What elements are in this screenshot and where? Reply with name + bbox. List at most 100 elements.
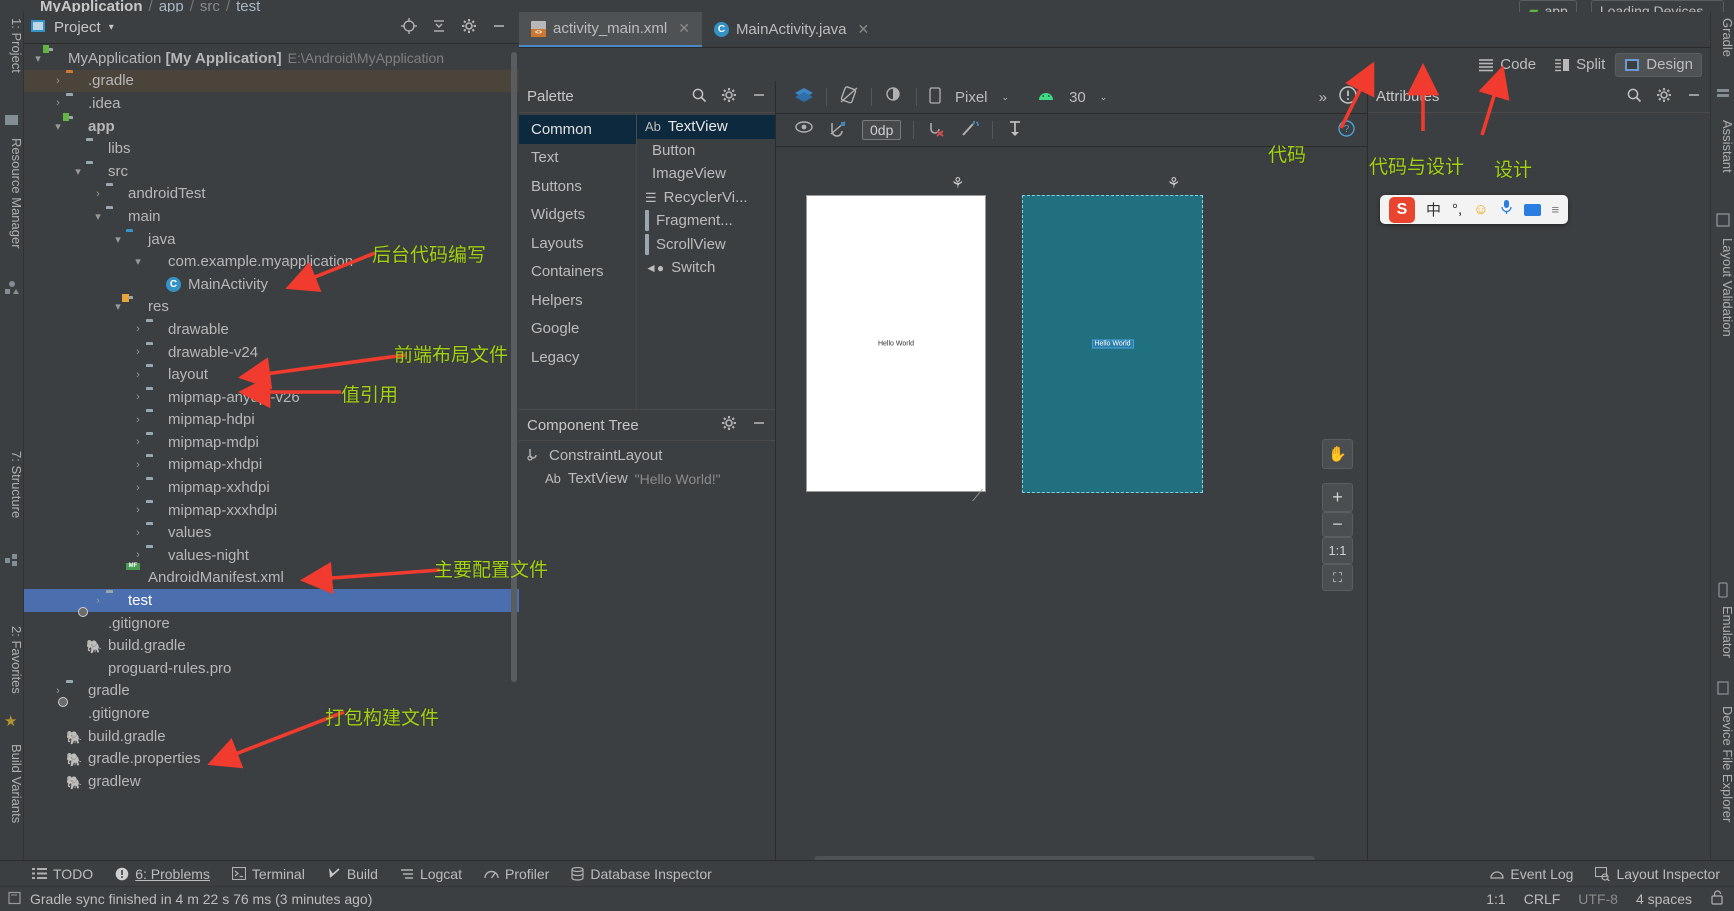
toolbar-overflow-button[interactable]: » bbox=[1319, 89, 1327, 106]
bottom-item-logcat[interactable]: Logcat bbox=[400, 866, 462, 882]
ime-floating-bar[interactable]: S 中 °, ☺ ≡ bbox=[1380, 195, 1569, 224]
tree-row[interactable]: › mipmap-hdpi bbox=[24, 409, 519, 432]
caret-position[interactable]: 1:1 bbox=[1486, 891, 1505, 907]
tree-expander[interactable]: › bbox=[130, 414, 146, 426]
tree-expander[interactable]: ▾ bbox=[90, 210, 106, 223]
search-icon[interactable] bbox=[1626, 87, 1642, 107]
palette-item-switch[interactable]: ◄● Switch bbox=[637, 256, 775, 280]
mode-design-button[interactable]: Design bbox=[1615, 52, 1702, 77]
tree-expander[interactable]: ▾ bbox=[50, 120, 66, 133]
mode-code-button[interactable]: Code bbox=[1470, 53, 1544, 77]
palette-item-textview[interactable]: Ab TextView bbox=[637, 115, 775, 139]
tree-row[interactable]: › gradle bbox=[24, 680, 519, 703]
keyboard-icon[interactable] bbox=[1523, 203, 1541, 216]
tree-expander[interactable]: ▾ bbox=[70, 165, 86, 178]
palette-category-widgets[interactable]: Widgets bbox=[519, 201, 636, 230]
device-file-explorer-icon[interactable] bbox=[1715, 680, 1731, 696]
tab-activity-main-xml[interactable]: activity_main.xml ✕ bbox=[519, 12, 702, 47]
warning-icon[interactable] bbox=[1339, 86, 1357, 108]
tree-row[interactable]: ›🐘gradlew bbox=[24, 770, 519, 793]
palette-category-containers[interactable]: Containers bbox=[519, 258, 636, 287]
mode-split-button[interactable]: Split bbox=[1546, 53, 1613, 77]
layers-icon[interactable] bbox=[794, 87, 814, 108]
tree-row[interactable]: › .idea bbox=[24, 92, 519, 115]
bottom-item-problems[interactable]: 6: Problems bbox=[115, 866, 210, 882]
tree-row[interactable]: ›CMainActivity bbox=[24, 273, 519, 296]
close-icon[interactable]: ✕ bbox=[858, 21, 870, 38]
tree-expander[interactable]: ▾ bbox=[30, 52, 46, 65]
zoom-fit-button[interactable]: 1:1 bbox=[1322, 537, 1353, 564]
unlocked-icon[interactable] bbox=[1710, 890, 1724, 908]
attributes-body[interactable] bbox=[1368, 112, 1710, 868]
sidebar-item-build-variants[interactable]: Build Variants bbox=[0, 740, 24, 827]
file-encoding[interactable]: UTF-8 bbox=[1578, 891, 1618, 907]
zoom-reset-button[interactable]: ⛶ bbox=[1322, 564, 1353, 591]
tree-expander[interactable]: › bbox=[90, 188, 106, 200]
rotate-icon[interactable] bbox=[839, 86, 859, 108]
pan-tool-button[interactable]: ✋ bbox=[1322, 439, 1353, 469]
indent-setting[interactable]: 4 spaces bbox=[1636, 891, 1692, 907]
breadcrumb-src[interactable]: src bbox=[200, 0, 220, 12]
sidebar-item-layout-validation[interactable]: Layout Validation bbox=[1711, 234, 1734, 341]
palette-category-google[interactable]: Google bbox=[519, 315, 636, 344]
sogou-logo-icon[interactable]: S bbox=[1389, 196, 1415, 223]
tree-row[interactable]: ›🐘build.gradle bbox=[24, 634, 519, 657]
chevron-down-icon[interactable]: ▾ bbox=[109, 22, 114, 33]
tree-expander[interactable]: › bbox=[130, 346, 146, 358]
palette-item-button[interactable]: Button bbox=[637, 139, 775, 163]
palette-item-recyclervi[interactable]: ☰ RecyclerVi... bbox=[637, 186, 775, 210]
hide-icon[interactable] bbox=[751, 415, 767, 435]
sidebar-item-project[interactable]: 1: Project bbox=[0, 14, 24, 77]
tree-expander[interactable]: › bbox=[130, 504, 146, 516]
tree-expander[interactable]: › bbox=[130, 369, 146, 381]
gear-icon[interactable] bbox=[721, 415, 737, 435]
clear-constraints-icon[interactable] bbox=[926, 120, 946, 141]
zoom-in-button[interactable]: + bbox=[1322, 483, 1353, 512]
ime-more-icon[interactable]: ≡ bbox=[1552, 202, 1560, 217]
sidebar-item-assistant[interactable]: Assistant bbox=[1711, 116, 1734, 177]
breadcrumb-project[interactable]: MyApplication bbox=[40, 0, 143, 12]
tree-row[interactable]: › mipmap-anydpi-v26 bbox=[24, 386, 519, 409]
locate-icon[interactable] bbox=[401, 17, 417, 38]
design-surface-wrench-icon[interactable]: ⚘ bbox=[951, 174, 964, 192]
gear-icon[interactable] bbox=[721, 87, 737, 107]
magic-wand-icon[interactable] bbox=[960, 120, 980, 141]
star-icon[interactable]: ★ bbox=[4, 712, 20, 730]
tree-expander[interactable]: › bbox=[130, 436, 146, 448]
sidebar-item-device-file-explorer[interactable]: Device File Explorer bbox=[1711, 702, 1734, 826]
tree-row[interactable]: ›🐘build.gradle bbox=[24, 725, 519, 748]
ime-emoji-icon[interactable]: ☺ bbox=[1473, 201, 1488, 218]
tree-expander[interactable]: › bbox=[130, 323, 146, 335]
palette-category-common[interactable]: Common bbox=[519, 115, 636, 144]
hide-icon[interactable] bbox=[1686, 87, 1702, 107]
tree-expander[interactable]: › bbox=[50, 75, 66, 87]
search-icon[interactable] bbox=[691, 87, 707, 107]
tree-expander[interactable]: › bbox=[50, 97, 66, 109]
chevron-down-icon[interactable]: ⌄ bbox=[1002, 92, 1010, 103]
align-icon[interactable] bbox=[1005, 120, 1025, 141]
ime-mode-chinese[interactable]: 中 bbox=[1426, 199, 1441, 220]
hide-icon[interactable] bbox=[751, 87, 767, 107]
tree-row[interactable]: › mipmap-xhdpi bbox=[24, 454, 519, 477]
palette-category-legacy[interactable]: Legacy bbox=[519, 343, 636, 372]
breadcrumb-app[interactable]: app bbox=[159, 0, 184, 12]
bottom-item-todo[interactable]: TODO bbox=[32, 866, 93, 882]
theme-icon[interactable] bbox=[884, 86, 904, 108]
bottom-item-terminal[interactable]: Terminal bbox=[231, 866, 305, 882]
tree-expander[interactable]: › bbox=[130, 459, 146, 471]
bottom-item-build[interactable]: Build bbox=[327, 866, 378, 882]
palette-category-list[interactable]: Common Text Buttons Widgets Layouts Container… bbox=[519, 113, 636, 409]
sidebar-item-emulator[interactable]: Emulator bbox=[1711, 602, 1734, 662]
project-icon[interactable] bbox=[4, 112, 20, 128]
bottom-item-layout-inspector[interactable]: Layout Inspector bbox=[1595, 866, 1720, 882]
zoom-out-button[interactable]: − bbox=[1322, 512, 1353, 537]
tree-row[interactable]: › mipmap-mdpi bbox=[24, 431, 519, 454]
tree-expander[interactable]: › bbox=[130, 482, 146, 494]
palette-category-layouts[interactable]: Layouts bbox=[519, 229, 636, 258]
tree-row[interactable]: › mipmap-xxhdpi bbox=[24, 476, 519, 499]
blueprint-preview-device[interactable]: Hello World bbox=[1022, 195, 1203, 493]
tree-row[interactable]: ▾ app bbox=[24, 112, 519, 138]
project-scrollbar-thumb[interactable] bbox=[511, 52, 517, 682]
assistant-icon[interactable] bbox=[1715, 212, 1731, 228]
mic-icon[interactable] bbox=[1500, 199, 1513, 220]
